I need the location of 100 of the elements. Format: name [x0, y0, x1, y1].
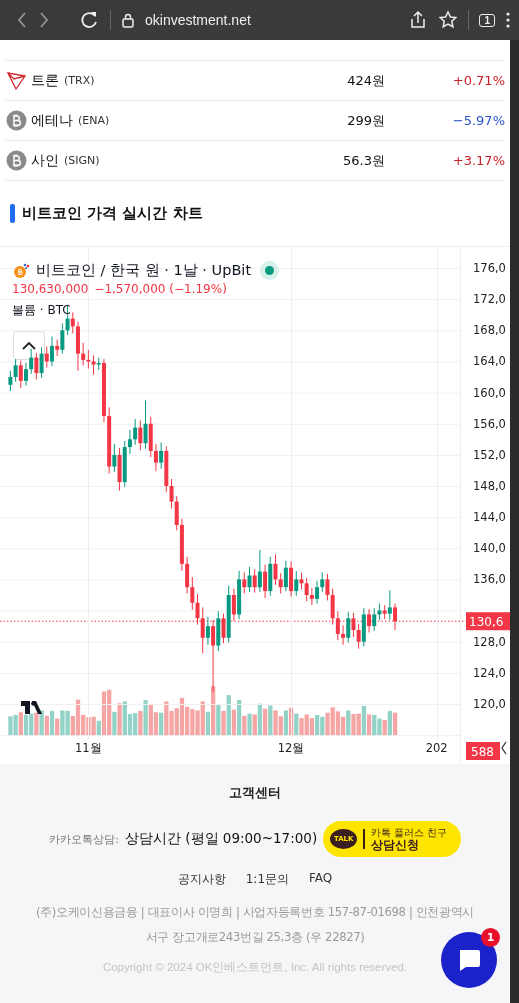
axis-label: 128,0: [473, 634, 506, 649]
lock-icon: [121, 12, 135, 28]
candlestick: [393, 603, 398, 631]
scrollbar[interactable]: [510, 40, 519, 1003]
axis-label: 176,0: [473, 261, 506, 275]
candlestick: [335, 610, 340, 641]
axis-label: 12월: [277, 741, 305, 755]
coin-symbol: (TRX): [64, 74, 96, 87]
candlestick: [294, 570, 299, 597]
axis-label: 156,0: [473, 416, 506, 431]
candlestick: [367, 608, 372, 633]
chat-icon: [457, 948, 481, 972]
candlestick: [205, 616, 210, 646]
candlestick: [153, 443, 158, 472]
candlestick: [387, 589, 392, 621]
candlestick: [70, 311, 75, 334]
candlestick: [283, 560, 288, 592]
candlestick: [190, 576, 195, 611]
candlestick: [315, 580, 320, 605]
candlestick: [346, 611, 351, 643]
candlestick: [60, 322, 65, 355]
address-bar[interactable]: okinvestment.net: [145, 12, 251, 28]
chart-title: 비트코인 / 한국 원 · 1날 · UpBit: [36, 261, 252, 280]
price-change: +0.71%: [451, 73, 505, 88]
candlestick: [304, 577, 309, 602]
candlestick: [185, 556, 190, 594]
candlestick: [29, 348, 34, 375]
price-change: −1,570,000 (−1.19%): [94, 282, 227, 296]
candlestick: [133, 418, 138, 446]
candlestick: [263, 564, 268, 599]
candlestick: [159, 441, 164, 470]
candlestick: [23, 362, 28, 387]
candlestick: [169, 478, 174, 510]
candlestick: [39, 346, 44, 379]
coin-symbol: (SIGN): [64, 154, 101, 167]
candlestick: [320, 571, 325, 593]
coin-price: 299원: [346, 111, 385, 130]
candlestick: [247, 566, 252, 593]
star-icon[interactable]: [438, 10, 459, 30]
candlestick: [341, 624, 346, 646]
candlestick: [195, 593, 200, 626]
reload-icon[interactable]: [80, 10, 100, 30]
axis-label: 148,0: [473, 479, 506, 493]
last-price: 130,630,000: [12, 282, 89, 296]
candlestick: [200, 606, 205, 654]
coin-name: 사인: [31, 151, 59, 170]
scroll-left-icon[interactable]: [501, 741, 507, 755]
candlestick: [325, 573, 330, 601]
footer-link[interactable]: 1:1문의: [245, 871, 290, 888]
candlestick: [127, 429, 132, 455]
price-change: −5.97%: [451, 113, 505, 128]
axis-label: 164,0: [473, 354, 506, 369]
axis-label: 120,0: [473, 696, 506, 711]
coin-price: 56.3원: [342, 151, 385, 170]
axis-label: 202: [425, 741, 448, 755]
candlestick: [34, 352, 39, 380]
candlestick: [174, 495, 179, 531]
candlestick: [8, 370, 13, 392]
logo-icon: [21, 701, 42, 714]
candlestick: [273, 554, 278, 586]
candlestick: [13, 358, 18, 383]
volume-tag: 588: [466, 742, 500, 760]
bitcoin-icon: [12, 262, 30, 279]
candlestick: [309, 587, 314, 606]
price-tag: 130,6: [466, 612, 510, 631]
footer-link[interactable]: 공지사항: [177, 871, 226, 888]
axis-label: 152,0: [473, 447, 506, 462]
candlestick: [356, 623, 361, 650]
candlestick: [372, 607, 377, 632]
coin-symbol: (ENA): [78, 114, 111, 127]
coin-price: 424원: [346, 71, 385, 90]
candlestick: [278, 572, 283, 594]
section-title: 비트코인 가격 실시간 차트: [22, 204, 203, 223]
price-change: +3.17%: [451, 153, 505, 168]
candlestick: [351, 612, 356, 638]
kakao-label: 카카오톡상담:: [49, 831, 119, 847]
candlestick: [252, 568, 257, 594]
candlestick: [143, 399, 148, 450]
candlestick: [81, 342, 86, 366]
collapse-button[interactable]: [13, 331, 45, 360]
axis-label: 140,0: [473, 541, 506, 556]
chevron-up-icon: [21, 340, 37, 351]
title-accent: [10, 204, 15, 223]
footer-link[interactable]: FAQ: [309, 871, 333, 888]
coin-icon: [6, 110, 27, 131]
menu-icon[interactable]: [505, 10, 511, 30]
tab-count-button[interactable]: 1: [479, 13, 495, 27]
axis-label: 144,0: [473, 510, 506, 525]
candlestick: [257, 549, 262, 593]
candlestick: [242, 571, 247, 594]
axis-label: 136,0: [473, 572, 506, 587]
candlestick: [231, 588, 236, 622]
footer-title: 고객센터: [229, 784, 281, 802]
axis-label: 160,0: [473, 385, 506, 400]
axis-label: 172,0: [473, 292, 506, 307]
candlestick: [221, 613, 226, 644]
candlestick: [138, 420, 143, 451]
candlestick: [18, 360, 23, 389]
axis-label: 124,0: [473, 665, 506, 680]
company-info: (주)오케이신용금융 | 대표이사 이명희 | 사업자등록번호 157-87-01698 | 인천광역시 서구 장고개로243번길 25,3층 (우 22827): [34, 904, 476, 946]
